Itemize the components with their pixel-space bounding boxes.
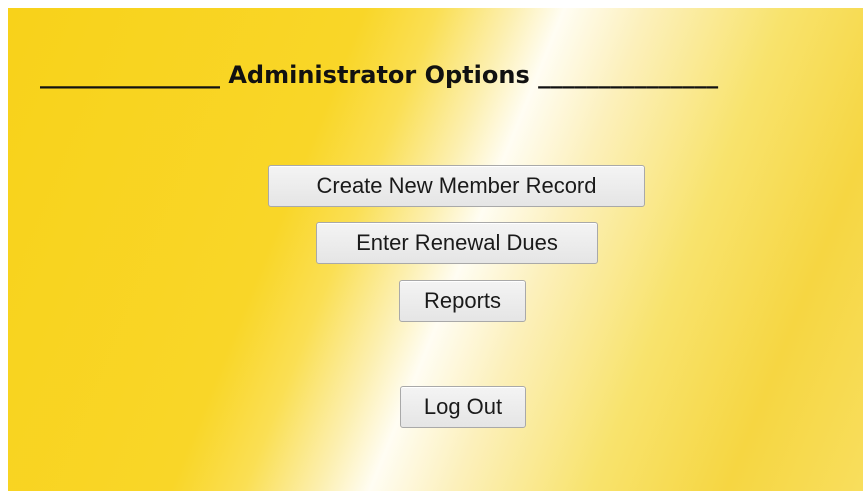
page-title: _______________ Administrator Options __… bbox=[40, 61, 719, 89]
reports-button[interactable]: Reports bbox=[399, 280, 526, 322]
page-frame: _______________ Administrator Options __… bbox=[0, 0, 863, 491]
admin-options-panel: _______________ Administrator Options __… bbox=[8, 8, 863, 491]
enter-renewal-dues-button[interactable]: Enter Renewal Dues bbox=[316, 222, 598, 264]
create-new-member-record-button[interactable]: Create New Member Record bbox=[268, 165, 645, 207]
log-out-button[interactable]: Log Out bbox=[400, 386, 526, 428]
